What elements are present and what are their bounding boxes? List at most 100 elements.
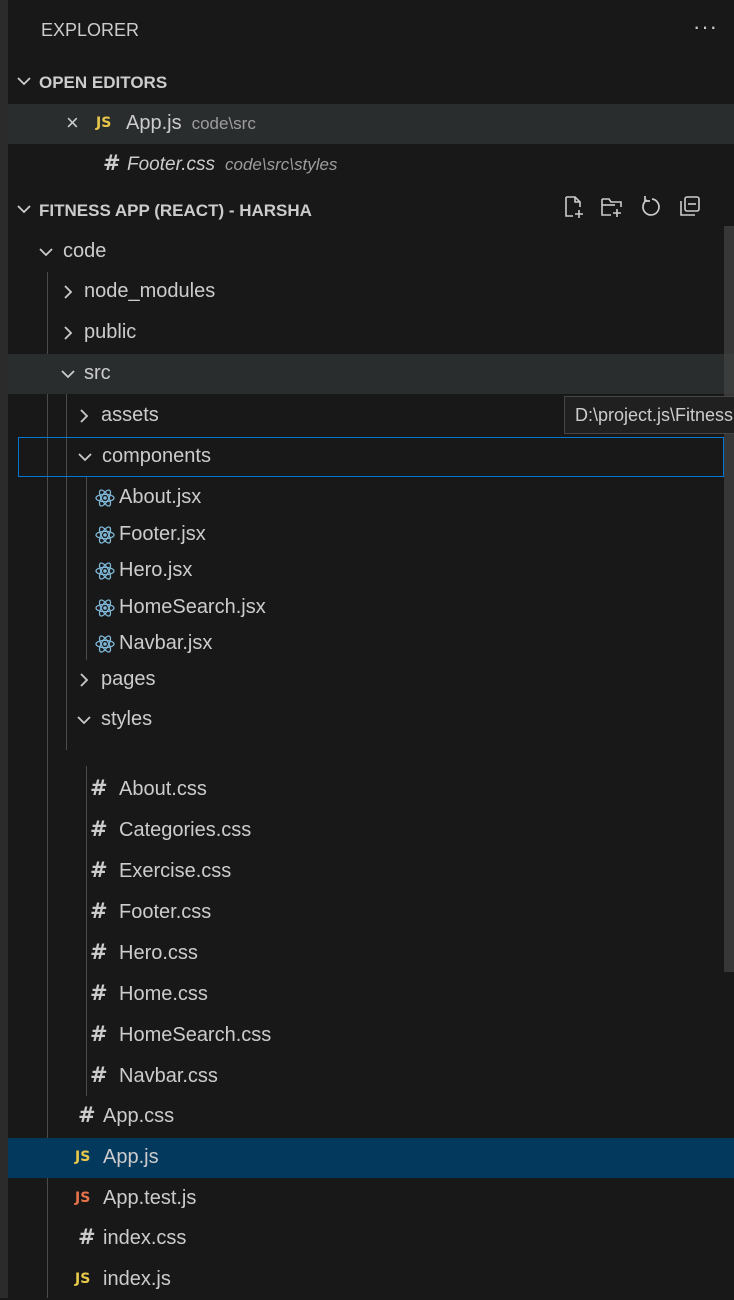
- scrollbar-thumb[interactable]: [724, 226, 734, 972]
- path-tooltip: D:\project.js\Fitness: [564, 396, 734, 434]
- new-file-icon[interactable]: [561, 194, 587, 220]
- tree-file-jsx[interactable]: About.jsx: [8, 480, 734, 516]
- tree-folder-code[interactable]: code: [8, 232, 734, 272]
- tree-folder-styles[interactable]: styles: [8, 700, 734, 740]
- explorer-toolbar: [561, 194, 721, 224]
- js-test-file-icon: JS: [75, 1190, 91, 1206]
- css-file-icon: #: [78, 1103, 96, 1127]
- close-icon[interactable]: ×: [66, 110, 79, 136]
- tree-file-css[interactable]: # App.css: [8, 1097, 734, 1137]
- activity-bar-edge: [0, 0, 8, 1298]
- open-editor-item-app-js[interactable]: × JS App.js code\src: [8, 104, 734, 144]
- chevron-down-icon: [78, 453, 92, 462]
- open-editor-path: code\src\styles: [225, 155, 338, 174]
- tree-item-label: Navbar.css: [119, 1065, 218, 1087]
- css-file-icon: #: [90, 817, 108, 841]
- tree-item-label: HomeSearch.jsx: [119, 595, 266, 618]
- tree-file-jsx[interactable]: Navbar.jsx: [8, 626, 734, 662]
- css-file-icon: #: [103, 151, 121, 175]
- project-title: FITNESS APP (REACT) - HARSHA: [39, 201, 312, 220]
- tree-file-css[interactable]: # Home.css: [8, 975, 734, 1015]
- js-file-icon: JS: [96, 115, 112, 131]
- tree-item-label: components: [102, 445, 211, 467]
- tree-file-js-test[interactable]: JS App.test.js: [8, 1179, 734, 1219]
- css-file-icon: #: [90, 1022, 108, 1046]
- tree-item-label: HomeSearch.css: [119, 1024, 272, 1046]
- explorer-panel: EXPLORER ··· OPEN EDITORS × JS App.js cod…: [8, 0, 734, 1298]
- tree-item-label: Navbar.jsx: [119, 632, 213, 654]
- explorer-header: EXPLORER ···: [8, 0, 734, 62]
- tree-folder-pages[interactable]: pages: [8, 660, 734, 700]
- tree-folder-node-modules[interactable]: node_modules: [8, 272, 734, 312]
- tree-item-label: node_modules: [84, 280, 216, 302]
- tree-item-label: App.test.js: [103, 1187, 197, 1209]
- tooltip-text: D:\project.js\Fitness: [575, 405, 734, 425]
- tree-item-label: index.css: [103, 1227, 187, 1249]
- css-file-icon: #: [90, 1063, 108, 1087]
- tree-item-label: code: [63, 240, 107, 262]
- refresh-icon[interactable]: [639, 194, 665, 220]
- tree-item-label: Hero.css: [119, 942, 198, 964]
- tree-item-label: Hero.jsx: [119, 559, 193, 581]
- chevron-down-icon: [61, 370, 75, 379]
- chevron-down-icon: [17, 77, 31, 86]
- tree-item-label: App.js: [103, 1146, 159, 1168]
- chevron-right-icon: [80, 409, 89, 423]
- open-editor-name: Footer.css: [127, 154, 215, 175]
- chevron-down-icon: [77, 716, 91, 725]
- tree-folder-components[interactable]: components: [18, 437, 724, 477]
- tree-item-label: assets: [101, 404, 159, 426]
- tree-item-label: public: [84, 321, 137, 343]
- css-file-icon: #: [90, 858, 108, 882]
- chevron-right-icon: [64, 326, 73, 340]
- tree-item-label: About.jsx: [119, 486, 202, 508]
- open-editor-path: code\src: [191, 114, 256, 133]
- react-file-icon: [94, 597, 116, 619]
- tree-file-css[interactable]: # Hero.css: [8, 934, 734, 974]
- tree-folder-public[interactable]: public: [8, 313, 734, 353]
- tree-file-jsx[interactable]: Footer.jsx: [8, 517, 734, 553]
- tree-item-label: Categories.css: [119, 819, 252, 841]
- tree-file-jsx[interactable]: HomeSearch.jsx: [8, 590, 734, 626]
- tree-item-label: pages: [101, 668, 156, 690]
- react-file-icon: [94, 487, 116, 509]
- tree-file-css[interactable]: # Navbar.css: [8, 1057, 734, 1097]
- tree-folder-src[interactable]: src: [8, 354, 734, 394]
- tree-item-label: Home.css: [119, 983, 208, 1005]
- tree-file-js[interactable]: JS App.js: [8, 1138, 734, 1178]
- open-editors-title: OPEN EDITORS: [39, 73, 168, 92]
- tree-file-css[interactable]: # Footer.css: [8, 893, 734, 933]
- more-actions-button[interactable]: ···: [693, 14, 718, 40]
- chevron-right-icon: [80, 673, 89, 687]
- tree-file-css[interactable]: # HomeSearch.css: [8, 1016, 734, 1056]
- explorer-title: EXPLORER: [41, 20, 140, 40]
- tree-file-css[interactable]: # Categories.css: [8, 811, 734, 851]
- open-editor-item-footer-css[interactable]: # Footer.css code\src\styles: [8, 146, 734, 184]
- chevron-down-icon: [39, 248, 53, 257]
- tree-file-css[interactable]: # About.css: [8, 770, 734, 810]
- tree-item-label: src: [84, 362, 111, 384]
- new-folder-icon[interactable]: [599, 194, 625, 220]
- tree-file-css[interactable]: # index.css: [8, 1219, 734, 1259]
- chevron-right-icon: [64, 285, 73, 299]
- open-editor-name: App.js: [126, 112, 182, 134]
- tree-item-label: Footer.jsx: [119, 522, 206, 545]
- tree-file-css[interactable]: # Exercise.css: [8, 852, 734, 892]
- css-file-icon: #: [90, 776, 108, 800]
- css-file-icon: #: [90, 899, 108, 923]
- tree-item-label: Exercise.css: [119, 860, 232, 882]
- react-file-icon: [94, 560, 116, 582]
- collapse-all-icon[interactable]: [677, 194, 703, 220]
- js-file-icon: JS: [75, 1149, 91, 1165]
- tree-file-jsx[interactable]: Hero.jsx: [8, 553, 734, 589]
- css-file-icon: #: [90, 981, 108, 1005]
- tree-item-label: Footer.css: [119, 901, 212, 923]
- tree-item-label: About.css: [119, 778, 207, 800]
- js-file-icon: JS: [75, 1271, 91, 1287]
- tree-item-label: styles: [101, 708, 153, 730]
- tree-item-label: index.js: [103, 1268, 171, 1290]
- chevron-down-icon: [17, 205, 31, 214]
- css-file-icon: #: [78, 1225, 96, 1249]
- tree-file-js[interactable]: JS index.js: [8, 1260, 734, 1300]
- open-editors-header[interactable]: OPEN EDITORS: [8, 62, 734, 102]
